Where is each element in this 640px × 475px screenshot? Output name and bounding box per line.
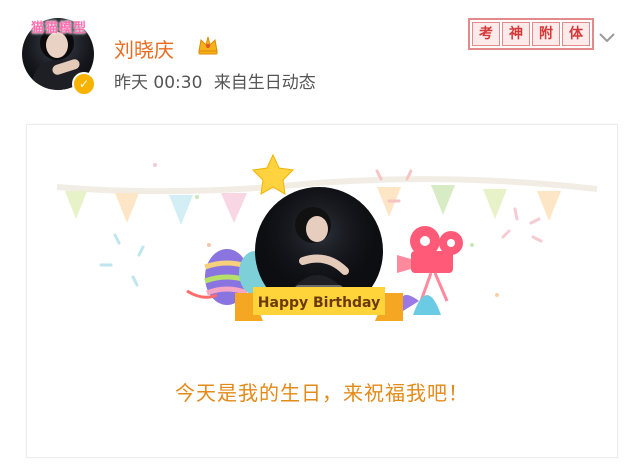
camera-icon	[397, 226, 463, 302]
leaf-decoration	[413, 295, 441, 315]
chevron-down-icon[interactable]	[598, 32, 616, 44]
birthday-card[interactable]: Happy Birthday 今天是我的生日，来祝福我吧！	[26, 124, 618, 458]
verified-icon: ✓	[72, 72, 96, 96]
stamp-char: 神	[502, 22, 530, 46]
post-time: 昨天 00:30	[114, 73, 203, 93]
bunting-flag	[65, 191, 87, 219]
post-meta: 昨天 00:30 来自生日动态	[114, 68, 322, 93]
bunting-flag	[537, 191, 561, 221]
crown-icon	[198, 36, 218, 55]
confetti-right	[375, 169, 543, 297]
post-source[interactable]: 来自生日动态	[214, 73, 316, 93]
avatar-container[interactable]: 猫猫模型 ✓	[20, 12, 98, 96]
bunting-flag	[115, 193, 139, 223]
birthday-message: 今天是我的生日，来祝福我吧！	[175, 381, 469, 405]
stamp-badge: 考 神 附 体	[468, 18, 594, 50]
stamp-char: 附	[532, 22, 560, 46]
stamp-char: 考	[472, 22, 500, 46]
bunting-flag	[431, 185, 455, 215]
ribbon-text: Happy Birthday	[258, 295, 380, 311]
username[interactable]: 刘晓庆	[114, 34, 174, 63]
bunting-flag	[169, 195, 193, 225]
bunting-flag	[221, 193, 247, 223]
bunting-flag	[483, 189, 507, 219]
birthday-ribbon: Happy Birthday	[235, 287, 403, 321]
stamp-char: 体	[562, 22, 590, 46]
avatar-overlay-text: 猫猫模型	[30, 21, 87, 36]
birthday-illustration: Happy Birthday	[56, 153, 598, 321]
